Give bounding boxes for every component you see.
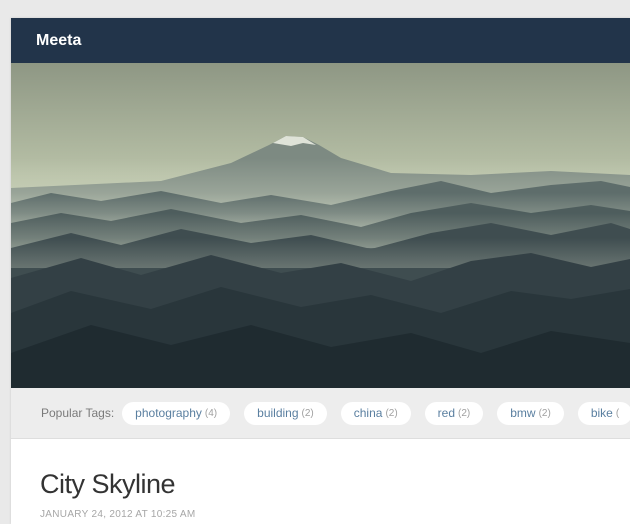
tag-count: (2) (301, 407, 314, 419)
tag-red[interactable]: red (2) (424, 401, 484, 425)
tag-name: bmw (510, 406, 536, 420)
tag-count: (4) (204, 407, 218, 419)
tag-photography[interactable]: photography (4) (122, 401, 231, 425)
hero-image[interactable] (11, 63, 630, 388)
top-bar: Meeta (11, 18, 630, 63)
popular-tags-bar: Popular Tags: photography (4) building (… (11, 388, 630, 439)
popular-tags-label: Popular Tags: (41, 406, 115, 420)
mountain-landscape-image (11, 63, 630, 388)
post-entry: City Skyline JANUARY 24, 2012 AT 10:25 A… (11, 439, 630, 520)
site-title-link[interactable]: Meeta (36, 32, 81, 50)
tag-count: (2) (458, 407, 471, 419)
tag-name: china (353, 406, 383, 420)
tag-name: red (437, 406, 456, 420)
tag-count: (2) (385, 407, 398, 419)
tag-name: bike (590, 406, 613, 420)
tag-count: (2) (538, 407, 551, 419)
tag-china[interactable]: china (2) (340, 401, 411, 425)
tag-bike[interactable]: bike ( (577, 401, 630, 425)
tag-count: ( (615, 407, 620, 419)
tag-building[interactable]: building (2) (244, 401, 327, 425)
page-frame: Meeta Popular Tags: photography (4) buil… (11, 18, 630, 524)
tag-name: photography (135, 406, 202, 420)
tag-bmw[interactable]: bmw (2) (497, 401, 564, 425)
tag-name: building (257, 406, 299, 420)
post-date: JANUARY 24, 2012 AT 10:25 AM (40, 509, 196, 520)
post-title-link[interactable]: City Skyline (40, 469, 630, 500)
